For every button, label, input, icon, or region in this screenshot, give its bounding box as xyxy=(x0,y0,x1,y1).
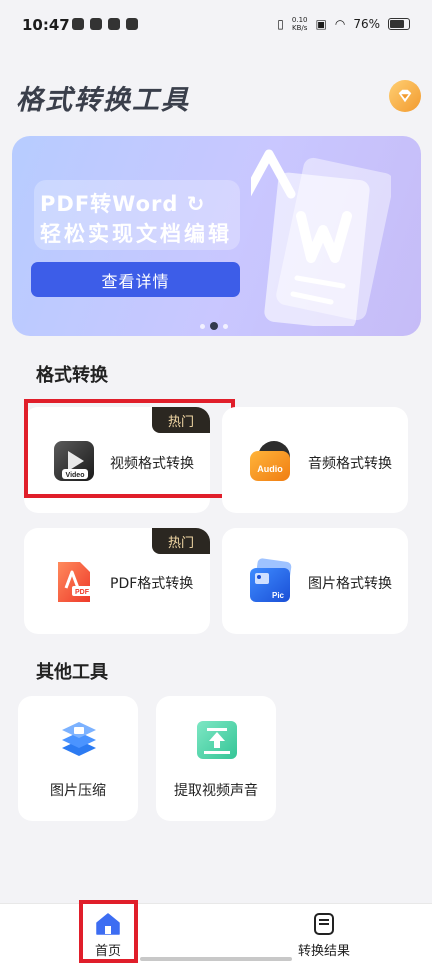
carousel-dot xyxy=(200,323,205,329)
pdf-file-icon: PDF xyxy=(58,562,92,602)
picture-convert-card[interactable]: Pic 图片格式转换 xyxy=(222,528,408,634)
bottom-nav: 首页 转换结果 xyxy=(0,903,432,965)
carousel-indicator xyxy=(200,322,228,330)
image-compress-label: 图片压缩 xyxy=(50,783,106,799)
status-right: ▯ 0.10 KB/s ▣ ◠ 76% xyxy=(277,16,410,32)
hot-badge: 热门 xyxy=(152,528,210,554)
gesture-bar[interactable] xyxy=(140,957,292,961)
section-title-other: 其他工具 xyxy=(36,662,108,683)
svg-text:Audio: Audio xyxy=(257,464,283,474)
document-list-icon xyxy=(314,913,334,935)
svg-text:PDF: PDF xyxy=(75,589,90,596)
highlight-box xyxy=(24,399,235,498)
battery-percent: 76% xyxy=(353,17,380,31)
audio-file-icon: Audio xyxy=(250,441,290,481)
vip-diamond-button[interactable] xyxy=(389,80,421,112)
page-title: 格式转换工具 xyxy=(16,85,190,116)
pdf-convert-label: PDF格式转换 xyxy=(110,576,194,592)
highlight-box-home xyxy=(79,900,138,963)
image-compress-tool[interactable]: 图片压缩 xyxy=(18,696,138,821)
sim-icon: ▣ xyxy=(315,17,327,31)
tiktok-icon xyxy=(90,18,102,30)
nav-results[interactable]: 转换结果 xyxy=(292,912,356,959)
svg-text:Pic: Pic xyxy=(272,591,285,600)
picture-convert-label: 图片格式转换 xyxy=(308,576,392,592)
status-bar: 10:47 ▯ 0.10 KB/s ▣ ◠ 76% xyxy=(0,0,432,52)
sync-icon xyxy=(126,18,138,30)
picture-file-icon: Pic xyxy=(250,558,292,602)
audio-convert-label: 音频格式转换 xyxy=(308,456,392,472)
battery-icon xyxy=(388,18,410,30)
section-title-convert: 格式转换 xyxy=(36,365,108,386)
vibrate-icon: ▯ xyxy=(277,17,284,31)
banner-line2: 轻松实现文档编辑 xyxy=(40,222,232,246)
info-icon xyxy=(72,18,84,30)
audio-convert-card[interactable]: Audio 音频格式转换 xyxy=(222,407,408,513)
promo-banner[interactable]: PDF转Word ↻ 轻松实现文档编辑 查看详情 xyxy=(12,136,421,336)
status-time: 10:47 xyxy=(22,16,70,34)
image-compress-icon xyxy=(62,722,96,756)
notification-icons xyxy=(72,18,138,30)
app-icon xyxy=(108,18,120,30)
wifi-icon: ◠ xyxy=(334,17,346,31)
network-speed: 0.10 KB/s xyxy=(291,16,308,32)
nav-results-label: 转换结果 xyxy=(297,944,350,959)
carousel-dot xyxy=(223,323,228,329)
extract-audio-tool[interactable]: 提取视频声音 xyxy=(156,696,276,821)
view-details-button[interactable]: 查看详情 xyxy=(31,262,240,297)
banner-word-illustration xyxy=(251,149,391,326)
extract-audio-label: 提取视频声音 xyxy=(174,783,258,799)
pdf-convert-card[interactable]: 热门 PDF PDF格式转换 xyxy=(24,528,210,634)
banner-line1: PDF转Word ↻ xyxy=(40,192,206,216)
diamond-icon xyxy=(398,89,412,103)
extract-audio-icon xyxy=(197,721,237,759)
carousel-dot-active xyxy=(210,322,218,330)
